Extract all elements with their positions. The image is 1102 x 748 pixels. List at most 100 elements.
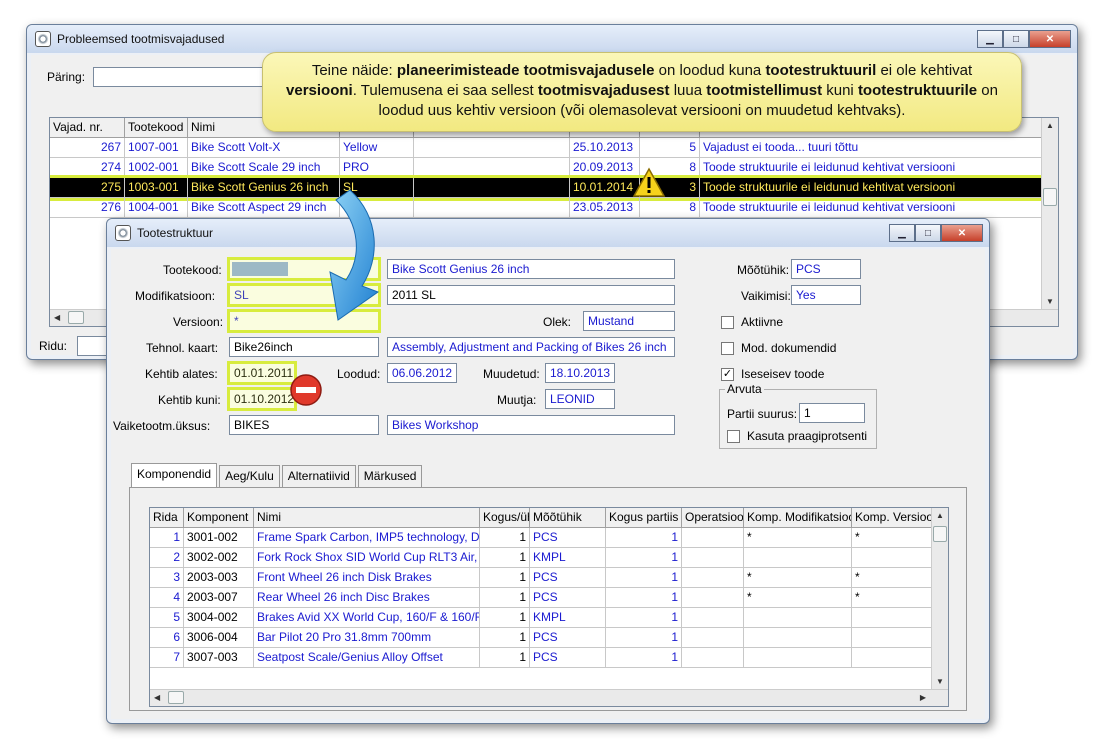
app-gear-icon <box>35 31 51 47</box>
cell <box>744 608 852 628</box>
mootuhik-label: Mõõtühik: <box>737 263 790 277</box>
cell: KMPL <box>530 548 606 568</box>
scroll-thumb[interactable] <box>1043 188 1057 206</box>
cell: 274 <box>50 158 125 178</box>
highlight-kehtib-kuni <box>227 387 297 411</box>
cell <box>682 648 744 668</box>
loodud-label: Loodud: <box>337 367 381 381</box>
modif-name-field[interactable]: 2011 SL <box>387 285 675 305</box>
scroll-up-icon[interactable]: ▲ <box>1046 121 1054 130</box>
tehnol-field[interactable]: Bike26inch <box>229 337 379 357</box>
cell: Fork Rock Shox SID World Cup RLT3 Air, <box>254 548 480 568</box>
vaiketootm-field[interactable]: BIKES <box>229 415 379 435</box>
scroll-down-icon[interactable]: ▼ <box>936 677 944 686</box>
tehnol-name-field[interactable]: Assembly, Adjustment and Packing of Bike… <box>387 337 675 357</box>
scroll-thumb[interactable] <box>68 311 84 324</box>
close-icon[interactable]: ✕ <box>1029 30 1071 48</box>
cell: PCS <box>530 568 606 588</box>
cell: Rear Wheel 26 inch Disc Brakes <box>254 588 480 608</box>
col-nr[interactable]: Vajad. nr. <box>50 118 125 138</box>
minimize-icon[interactable]: ▁ <box>889 224 915 242</box>
components-hscroll[interactable]: ◀ ▶ <box>150 689 948 706</box>
cell: * <box>852 588 934 608</box>
cell <box>682 568 744 588</box>
vaiketootm-name-field[interactable]: Bikes Workshop <box>387 415 675 435</box>
col-kogus-partiis[interactable]: Kogus partiis <box>606 508 682 528</box>
cell <box>682 628 744 648</box>
table-row[interactable]: 4 2003-007 Rear Wheel 26 inch Disc Brakes 1… <box>150 588 934 608</box>
mod-dok-checkbox[interactable] <box>721 342 734 355</box>
col-operatsioon[interactable]: Operatsioo <box>682 508 744 528</box>
maximize-icon[interactable]: □ <box>915 224 941 242</box>
vaikimisi-field[interactable]: Yes <box>791 285 861 305</box>
col-komp-modif[interactable]: Komp. Modifikatsioo <box>744 508 852 528</box>
explanation-callout: Teine näide: planeerimisteade tootmisvaj… <box>262 52 1022 132</box>
olek-field[interactable]: Mustand <box>583 311 675 331</box>
tab-aeg-kulu[interactable]: Aeg/Kulu <box>219 465 280 489</box>
muudetud-field[interactable]: 18.10.2013 <box>545 363 615 383</box>
callout-text: Teine näide: <box>311 62 397 79</box>
scroll-down-icon[interactable]: ▼ <box>1046 297 1054 306</box>
callout-text: kuni <box>822 82 858 99</box>
col-nimi[interactable]: Nimi <box>254 508 480 528</box>
cell: * <box>852 568 934 588</box>
col-komp-versioon[interactable]: Komp. Versiooi <box>852 508 934 528</box>
close-icon[interactable]: ✕ <box>941 224 983 242</box>
table-row[interactable]: 3 2003-003 Front Wheel 26 inch Disk Brakes… <box>150 568 934 588</box>
minimize-icon[interactable]: ▁ <box>977 30 1003 48</box>
kehtib-kuni-label: Kehtib kuni: <box>158 393 221 407</box>
cell: KMPL <box>530 608 606 628</box>
cell: PCS <box>530 628 606 648</box>
scroll-thumb[interactable] <box>933 526 947 542</box>
table-row[interactable]: 2 3002-002 Fork Rock Shox SID World Cup RL… <box>150 548 934 568</box>
cell: PRO <box>340 158 414 178</box>
scroll-left-icon[interactable]: ◀ <box>54 313 60 322</box>
scroll-up-icon[interactable]: ▲ <box>936 511 944 520</box>
kasuta-label: Kasuta praagiprotsenti <box>747 429 868 443</box>
table-row[interactable]: 276 1004-001 Bike Scott Aspect 29 inch 2… <box>50 198 1043 218</box>
table-row-selected[interactable]: 275 1003-001 Bike Scott Genius 26 inch S… <box>50 175 1046 201</box>
col-mootuhik[interactable]: Mõõtühik <box>530 508 606 528</box>
col-code[interactable]: Tootekood <box>125 118 188 138</box>
mootuhik-field[interactable]: PCS <box>791 259 861 279</box>
tab-komponendid[interactable]: Komponendid <box>131 463 218 487</box>
muutja-field[interactable]: LEONID <box>545 389 615 409</box>
table-row[interactable]: 5 3004-002 Brakes Avid XX World Cup, 160/F… <box>150 608 934 628</box>
cell: 1 <box>480 588 530 608</box>
tehnol-label: Tehnol. kaart: <box>146 341 219 355</box>
scroll-right-icon[interactable]: ▶ <box>920 693 926 702</box>
tab-alternatiivid[interactable]: Alternatiivid <box>281 465 356 489</box>
kasuta-checkbox[interactable] <box>727 430 740 443</box>
col-komponent[interactable]: Komponent <box>184 508 254 528</box>
rows-label: Ridu: <box>39 339 68 353</box>
cell: 3001-002 <box>184 528 254 548</box>
tootekood-name-field[interactable]: Bike Scott Genius 26 inch <box>387 259 675 279</box>
table-row[interactable]: 7 3007-003 Seatpost Scale/Genius Alloy Off… <box>150 648 934 668</box>
partii-field[interactable]: 1 <box>799 403 865 423</box>
cell: 1007-001 <box>125 138 188 158</box>
col-rida[interactable]: Rida <box>150 508 184 528</box>
maximize-icon[interactable]: □ <box>1003 30 1029 48</box>
col-kogus[interactable]: Kogus/üh <box>480 508 530 528</box>
callout-bold: versiooni <box>286 82 353 99</box>
needs-grid-vscroll[interactable]: ▲ ▼ <box>1041 118 1058 326</box>
tab-markused[interactable]: Märkused <box>357 465 423 489</box>
table-row[interactable]: 267 1007-001 Bike Scott Volt-X Yellow 25… <box>50 138 1043 158</box>
callout-text: ei ole kehtivat <box>876 62 973 79</box>
loodud-field[interactable]: 06.06.2012 <box>387 363 457 383</box>
structure-titlebar: Tootestruktuur ▁ □ ✕ <box>107 219 989 247</box>
cell <box>682 528 744 548</box>
highlight-kehtib-alates <box>227 361 297 385</box>
table-row[interactable]: 6 3006-004 Bar Pilot 20 Pro 31.8mm 700mm 1 P… <box>150 628 934 648</box>
scroll-left-icon[interactable]: ◀ <box>154 693 160 702</box>
scroll-thumb[interactable] <box>168 691 184 704</box>
table-row[interactable]: 274 1002-001 Bike Scott Scale 29 inch PR… <box>50 158 1043 178</box>
cell: 1 <box>480 628 530 648</box>
table-row[interactable]: 1 3001-002 Frame Spark Carbon, IMP5 techno… <box>150 528 934 548</box>
cell: 3 <box>150 568 184 588</box>
iseseisev-checkbox[interactable]: ✓ <box>721 368 734 381</box>
cell: 267 <box>50 138 125 158</box>
structure-window: Tootestruktuur ▁ □ ✕ Tootekood: Modifika… <box>106 218 990 724</box>
components-vscroll[interactable]: ▲ ▼ <box>931 508 948 689</box>
aktiivne-checkbox[interactable] <box>721 316 734 329</box>
